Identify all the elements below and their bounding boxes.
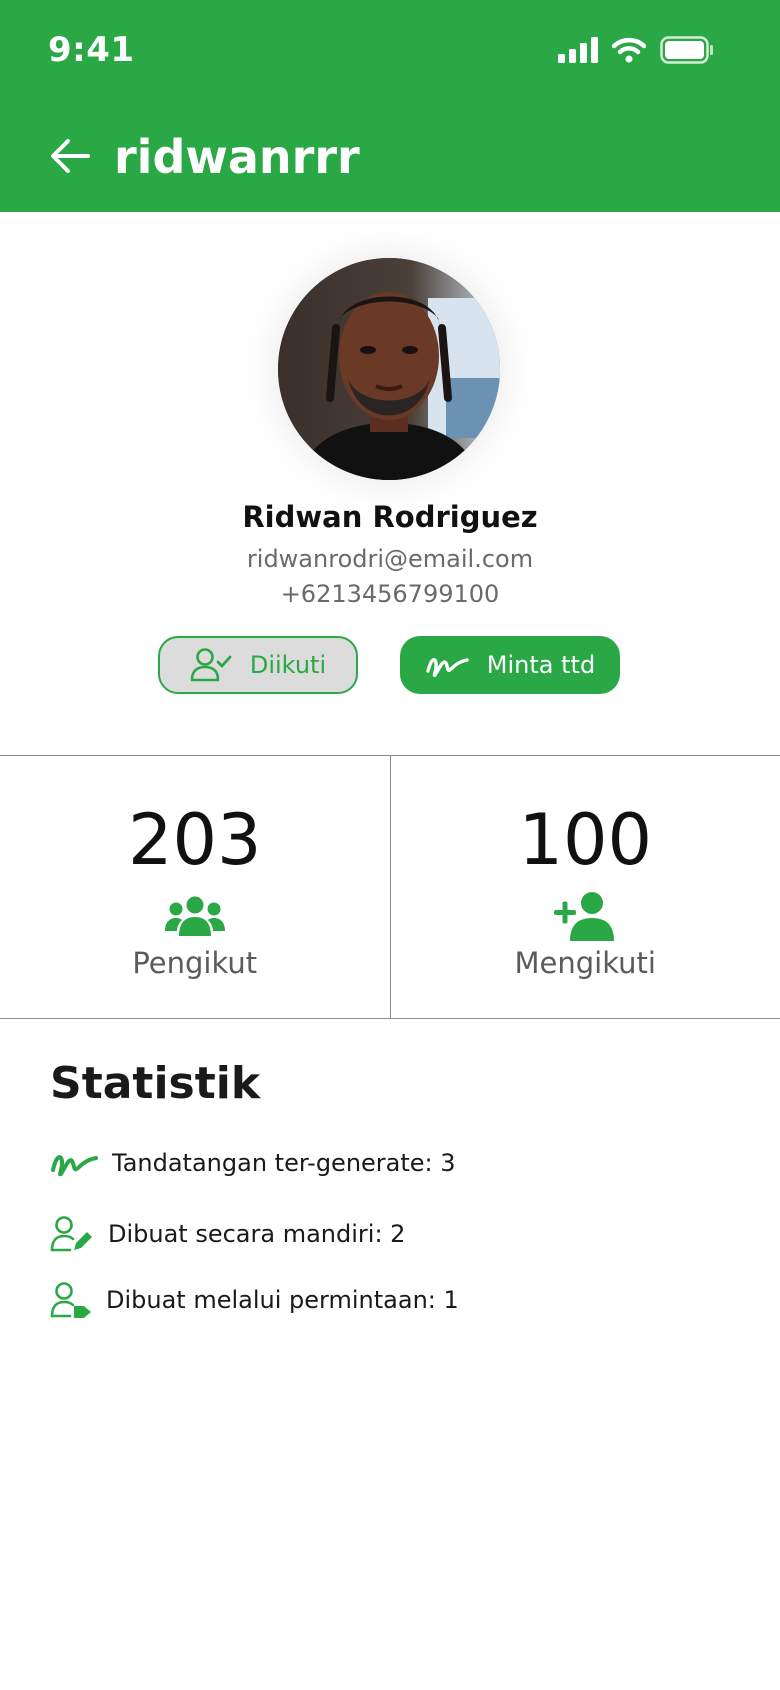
avatar [278,258,500,480]
following-count: 100 [518,799,653,881]
followers-stat[interactable]: 203 Pengikut [0,756,390,1018]
app-header: 9:41 ridwanrrr [0,0,780,212]
profile-name: Ridwan Rodriguez [242,500,538,534]
followers-count: 203 [127,799,262,881]
statistic-label: Tandatangan ter-generate: 3 [112,1149,456,1177]
status-time: 9:41 [48,30,135,70]
page-title: ridwanrrr [114,130,360,184]
follow-stats: 203 Pengikut 100 Mengikuti [0,755,780,1019]
user-check-icon [190,648,232,682]
statistics-title: Statistik [50,1058,261,1109]
profile-phone: +6213456799100 [280,580,500,608]
signature-icon [51,1155,98,1177]
arrow-left-icon [51,139,90,173]
statistic-item: Dibuat melalui permintaan: 1 [50,1282,459,1318]
user-tag-icon [50,1282,91,1318]
following-stat[interactable]: 100 Mengikuti [389,756,780,1018]
status-icons [558,36,714,64]
following-button-label: Diikuti [249,651,327,679]
following-label: Mengikuti [514,946,656,980]
statistic-item: Tandatangan ter-generate: 3 [50,1148,456,1178]
statistic-label: Dibuat melalui permintaan: 1 [106,1286,459,1314]
statistic-label: Dibuat secara mandiri: 2 [108,1220,406,1248]
request-signature-label: Minta ttd [486,651,596,679]
request-signature-button[interactable]: Minta ttd [400,636,620,694]
profile-email: ridwanrodri@email.com [246,545,534,573]
user-edit-icon [50,1216,92,1252]
wifi-icon [612,37,646,63]
profile-photo [278,258,500,480]
users-group-icon [164,892,225,940]
signal-icon [558,37,598,63]
user-plus-icon [554,892,616,941]
following-toggle-button[interactable]: Diikuti [158,636,358,694]
battery-icon [660,36,713,64]
signature-icon [426,658,469,678]
followers-label: Pengikut [132,946,258,980]
statistic-item: Dibuat secara mandiri: 2 [50,1216,405,1252]
back-button[interactable] [44,130,96,182]
